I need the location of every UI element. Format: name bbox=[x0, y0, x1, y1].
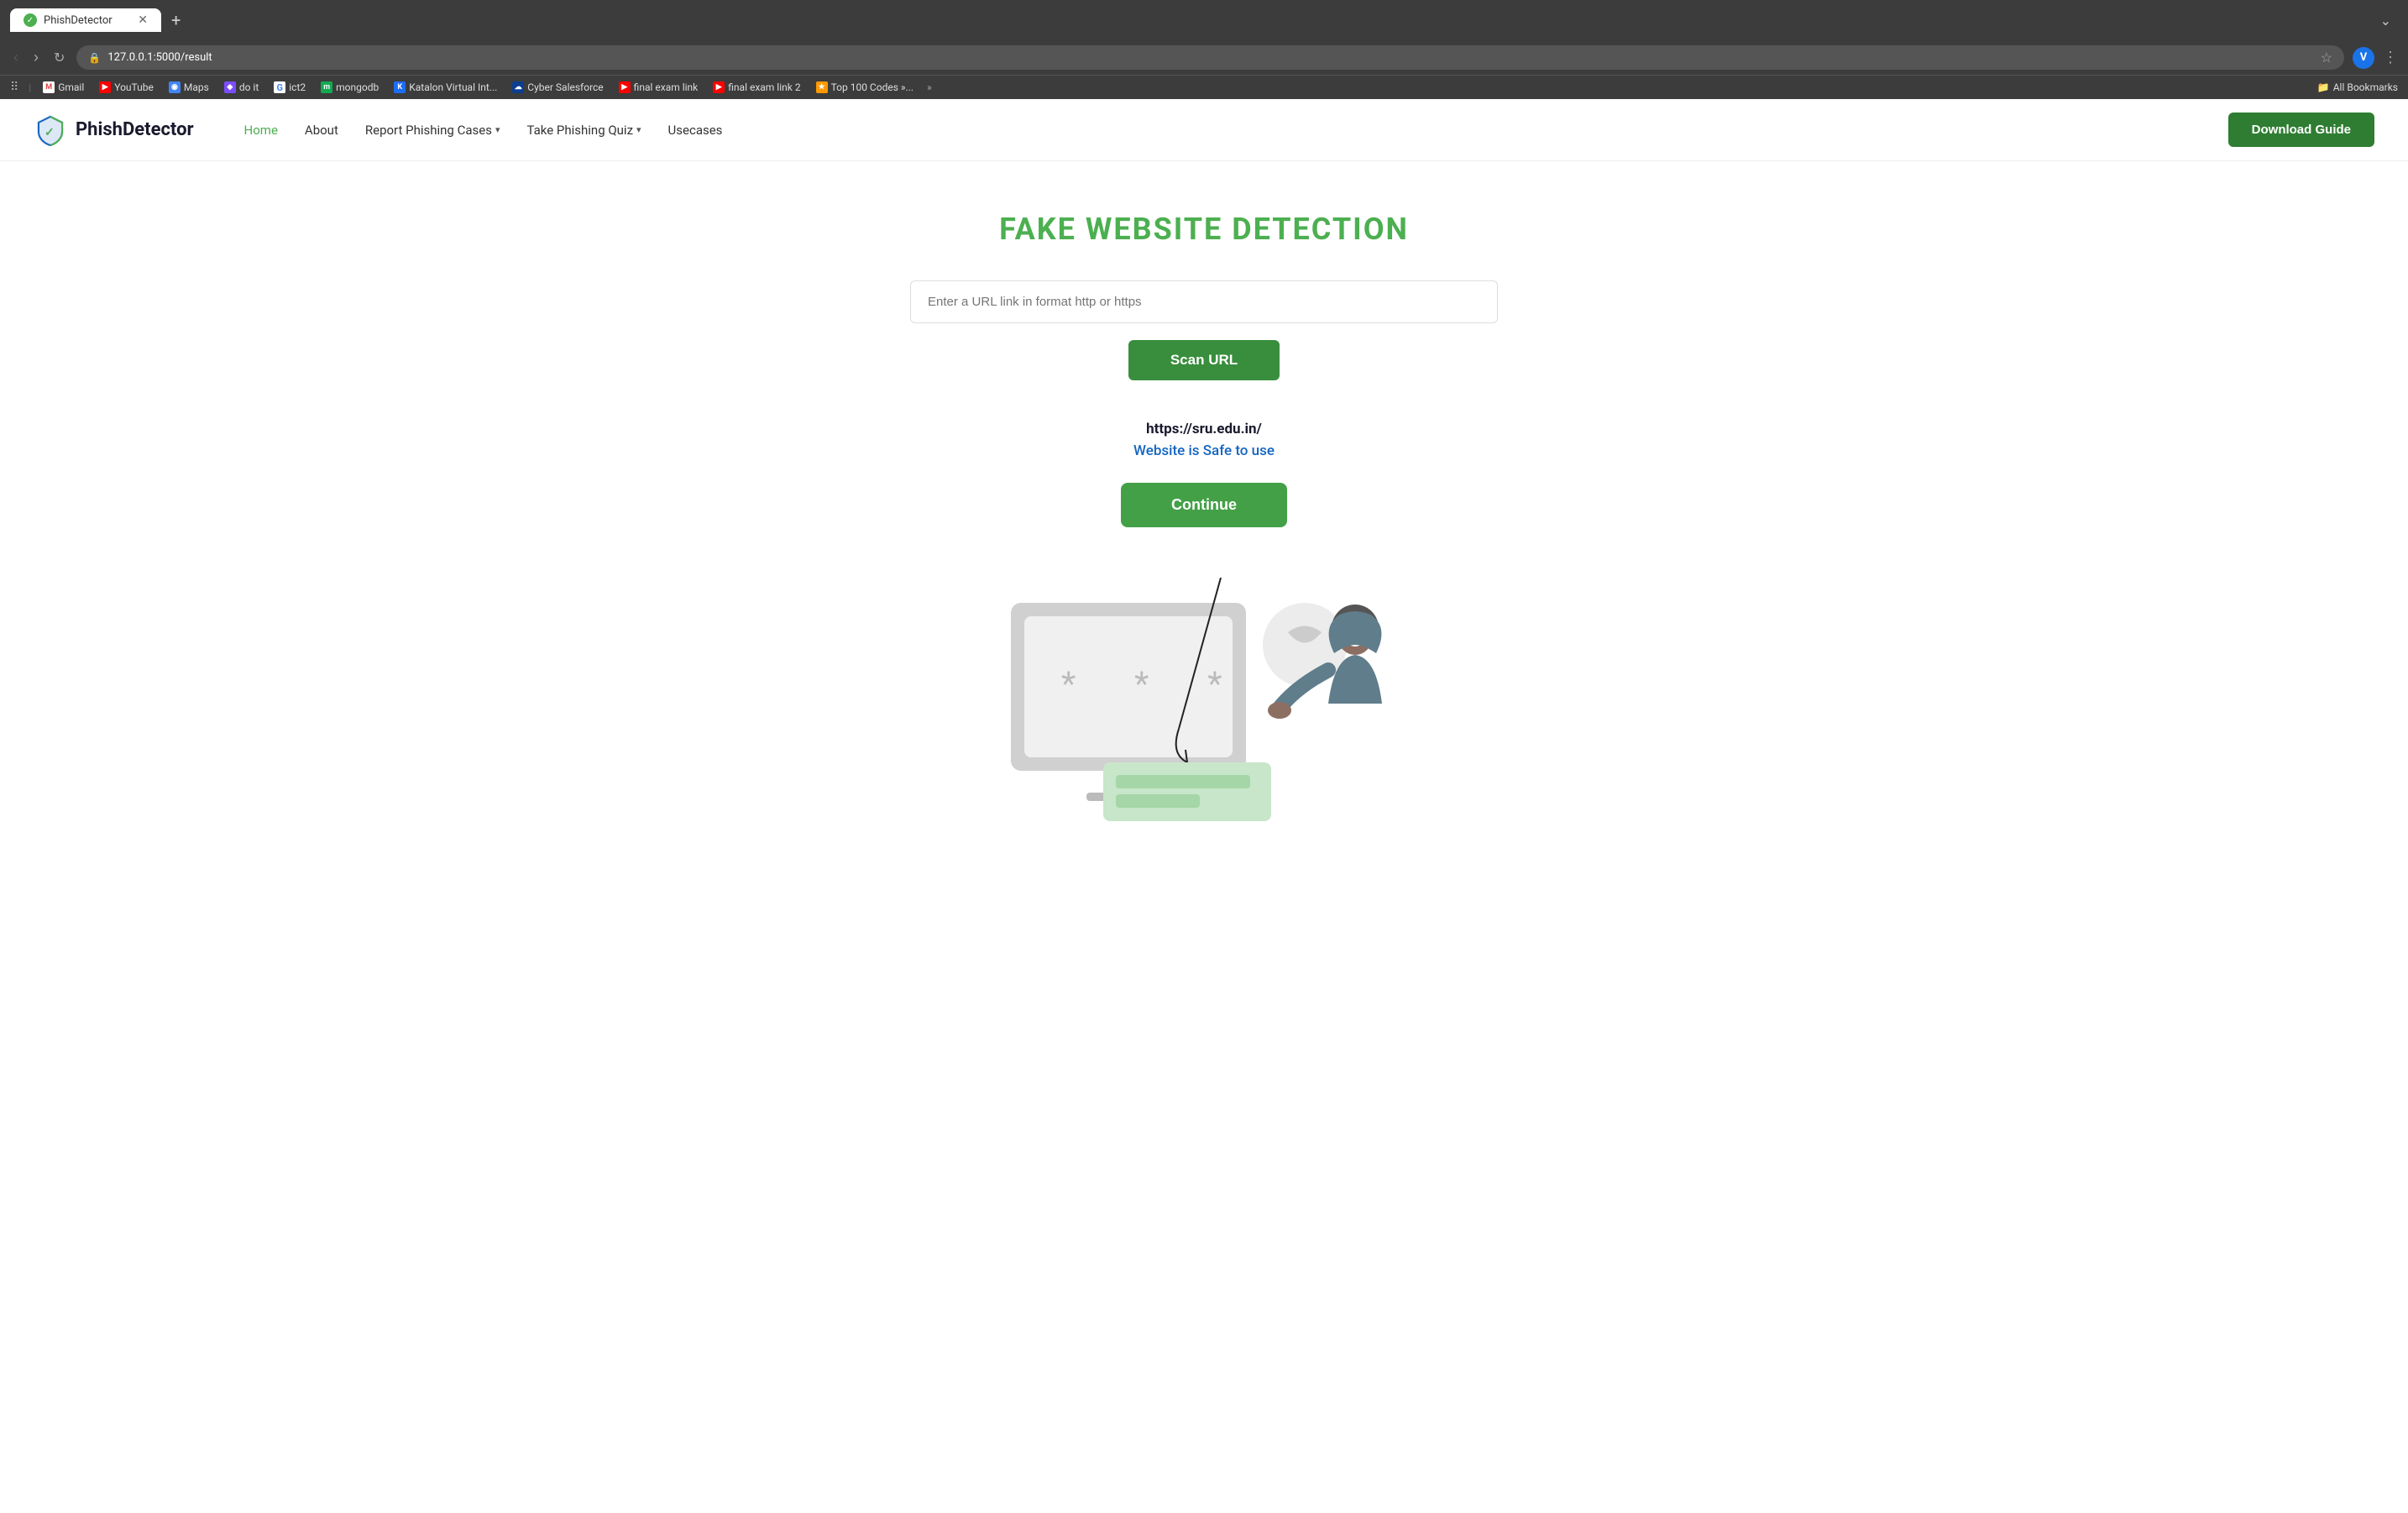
bookmark-top100[interactable]: ★ Top 100 Codes »... bbox=[809, 79, 920, 96]
reload-button[interactable]: ↻ bbox=[50, 46, 68, 70]
doit-icon: ◆ bbox=[224, 81, 236, 93]
browser-toolbar: ‹ › ↻ 🔒 127.0.0.1:5000/result ☆ V ⋮ bbox=[0, 40, 2408, 75]
nav-right: Download Guide bbox=[2228, 113, 2374, 147]
tab-bar: ✓ PhishDetector ✕ + ⌄ bbox=[0, 0, 2408, 40]
nav-quiz-label: Take Phishing Quiz bbox=[526, 123, 633, 138]
tab-title: PhishDetector bbox=[44, 14, 113, 27]
tab-expand-button[interactable]: ⌄ bbox=[2374, 9, 2398, 32]
finalexam2-icon: ▶ bbox=[713, 81, 725, 93]
nav-quiz-dropdown[interactable]: Take Phishing Quiz ▾ bbox=[526, 123, 641, 138]
apps-icon[interactable]: ⠿ bbox=[10, 81, 18, 94]
mongodb-icon: m bbox=[321, 81, 332, 93]
hero-title: FAKE WEBSITE DETECTION bbox=[17, 212, 2391, 247]
bookmark-katalon[interactable]: K Katalon Virtual Int... bbox=[387, 79, 504, 96]
report-chevron-icon: ▾ bbox=[495, 124, 500, 135]
bookmark-divider: | bbox=[29, 81, 31, 93]
browser-menu-button[interactable]: ⋮ bbox=[2383, 49, 2398, 66]
bookmark-star-icon[interactable]: ☆ bbox=[2321, 50, 2332, 65]
tab-close-button[interactable]: ✕ bbox=[138, 13, 148, 27]
svg-text:* * *: * * * bbox=[1061, 664, 1248, 704]
illustration-container: * * * bbox=[0, 578, 2408, 830]
svg-text:✓: ✓ bbox=[44, 126, 55, 139]
bookmark-doit[interactable]: ◆ do it bbox=[217, 79, 265, 96]
nav-about[interactable]: About bbox=[305, 123, 338, 138]
url-input[interactable] bbox=[910, 280, 1498, 323]
quiz-chevron-icon: ▾ bbox=[636, 124, 641, 135]
result-status-text: Website is Safe to use bbox=[17, 442, 2391, 459]
nav-report-dropdown[interactable]: Report Phishing Cases ▾ bbox=[365, 123, 500, 138]
new-tab-button[interactable]: + bbox=[165, 7, 187, 34]
bookmark-youtube[interactable]: ▶ YouTube bbox=[92, 79, 160, 96]
result-url-text: https://sru.edu.in/ bbox=[17, 421, 2391, 437]
navbar: ✓ PhishDetector Home About Report Phishi… bbox=[0, 99, 2408, 161]
forward-button[interactable]: › bbox=[30, 45, 42, 70]
bookmark-gmail[interactable]: M Gmail bbox=[36, 79, 91, 96]
url-text: 127.0.0.1:5000/result bbox=[107, 51, 212, 64]
nav-links: Home About Report Phishing Cases ▾ Take … bbox=[244, 123, 723, 138]
ict2-icon: G bbox=[274, 81, 285, 93]
cyber-icon: ☁ bbox=[512, 81, 524, 93]
bookmark-maps[interactable]: ◉ Maps bbox=[162, 79, 216, 96]
lock-icon: 🔒 bbox=[88, 52, 101, 64]
tab-favicon: ✓ bbox=[24, 13, 37, 27]
back-button[interactable]: ‹ bbox=[10, 45, 22, 70]
gmail-icon: M bbox=[43, 81, 55, 93]
bookmark-mongodb[interactable]: m mongodb bbox=[314, 79, 385, 96]
nav-report-label: Report Phishing Cases bbox=[365, 123, 492, 138]
maps-icon: ◉ bbox=[169, 81, 181, 93]
logo-icon: ✓ bbox=[34, 113, 67, 147]
finalexam1-icon: ▶ bbox=[619, 81, 631, 93]
url-input-container bbox=[910, 280, 1498, 323]
nav-home[interactable]: Home bbox=[244, 123, 278, 138]
nav-usecases[interactable]: Usecases bbox=[668, 123, 723, 138]
bookmarks-folder-icon: 📁 bbox=[2317, 81, 2330, 93]
logo[interactable]: ✓ PhishDetector bbox=[34, 113, 194, 147]
continue-button-container: Continue bbox=[17, 483, 2391, 527]
active-tab[interactable]: ✓ PhishDetector ✕ bbox=[10, 8, 161, 32]
scan-url-button[interactable]: Scan URL bbox=[1128, 340, 1280, 380]
phishing-illustration: * * * bbox=[969, 578, 1439, 830]
all-bookmarks-button[interactable]: 📁 All Bookmarks bbox=[2317, 81, 2398, 93]
download-guide-button[interactable]: Download Guide bbox=[2228, 113, 2374, 147]
browser-profile-avatar[interactable]: V bbox=[2353, 47, 2374, 69]
katalon-icon: K bbox=[394, 81, 406, 93]
bookmarks-more-button[interactable]: » bbox=[922, 79, 937, 96]
bookmark-finalexam1[interactable]: ▶ final exam link bbox=[612, 79, 705, 96]
logo-text: PhishDetector bbox=[76, 119, 194, 140]
youtube-icon: ▶ bbox=[99, 81, 111, 93]
website-content: ✓ PhishDetector Home About Report Phishi… bbox=[0, 99, 2408, 1513]
bookmark-finalexam2[interactable]: ▶ final exam link 2 bbox=[706, 79, 807, 96]
continue-button[interactable]: Continue bbox=[1121, 483, 1287, 527]
bookmark-cyber[interactable]: ☁ Cyber Salesforce bbox=[505, 79, 610, 96]
hero-section: FAKE WEBSITE DETECTION Scan URL https://… bbox=[0, 161, 2408, 544]
browser-chrome: ✓ PhishDetector ✕ + ⌄ ‹ › ↻ 🔒 127.0.0.1:… bbox=[0, 0, 2408, 99]
top100-icon: ★ bbox=[816, 81, 828, 93]
address-bar[interactable]: 🔒 127.0.0.1:5000/result ☆ bbox=[76, 45, 2344, 70]
bookmarks-bar: ⠿ | M Gmail ▶ YouTube ◉ Maps ◆ do it G i… bbox=[0, 75, 2408, 99]
scan-button-container: Scan URL bbox=[17, 340, 2391, 400]
bookmark-ict2[interactable]: G ict2 bbox=[267, 79, 312, 96]
result-container: https://sru.edu.in/ Website is Safe to u… bbox=[17, 421, 2391, 459]
